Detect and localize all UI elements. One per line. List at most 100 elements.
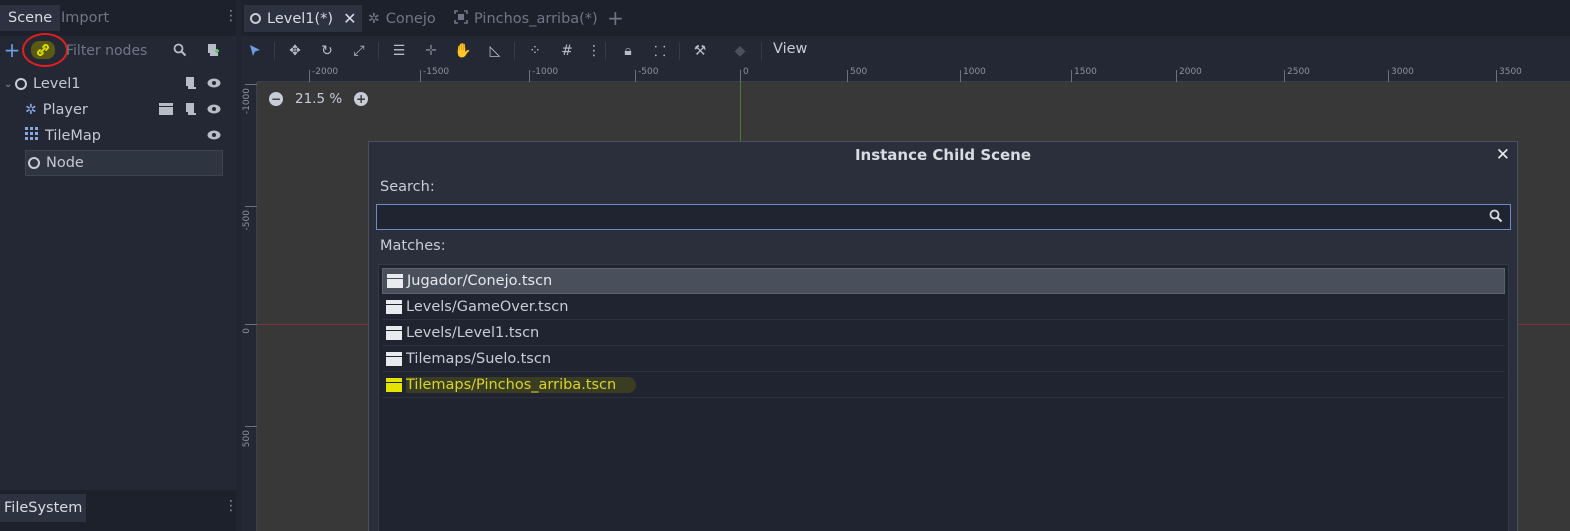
scale-tool-icon[interactable]: ⤢ — [348, 40, 370, 62]
tree-row-node[interactable]: Node — [25, 150, 223, 176]
clapboard-icon[interactable] — [158, 101, 174, 117]
lock-icon[interactable]: 🔒︎ — [617, 40, 639, 62]
filesystem-tab-bar: FileSystem ⋮ — [0, 490, 238, 531]
ruler-label: -2000 — [312, 67, 339, 77]
list-item[interactable]: Levels/GameOver.tscn — [382, 294, 1505, 320]
list-item[interactable]: Tilemaps/Pinchos_arriba.tscn — [382, 372, 1505, 398]
scene-clapboard-icon — [386, 325, 402, 340]
ruler-label: 0 — [743, 67, 749, 77]
instance-child-scene-dialog: Instance Child Scene ✕ Search: Matches: … — [368, 141, 1518, 531]
add-tab-icon[interactable]: + — [607, 6, 624, 30]
tree-row-player[interactable]: ✲ Player — [0, 97, 230, 123]
ruler-label: -500 — [638, 67, 659, 77]
scene-clapboard-icon — [387, 274, 403, 288]
ruler-label: -1000 — [242, 88, 252, 115]
search-icon — [1489, 209, 1503, 227]
scene-dock: Scene Import ⋮ + ⌄ Level1 — [0, 0, 238, 531]
tree-label: Node — [46, 155, 84, 171]
ruler-label: 2500 — [1287, 67, 1310, 77]
search-input[interactable] — [376, 204, 1511, 230]
eye-icon[interactable] — [206, 127, 222, 143]
pivot-tool-icon[interactable]: ✛ — [420, 40, 442, 62]
rotate-tool-icon[interactable]: ↻ — [316, 40, 338, 62]
dock-tab-bar: Scene Import ⋮ — [0, 0, 238, 36]
search-icon[interactable] — [169, 39, 191, 61]
tilemap-frame-icon — [454, 10, 468, 27]
smart-snap-icon[interactable]: ⁘ — [524, 40, 546, 62]
list-item[interactable]: Tilemaps/Suelo.tscn — [382, 346, 1505, 372]
tab-scene[interactable]: Scene — [0, 5, 61, 31]
list-item[interactable]: Jugador/Conejo.tscn — [382, 268, 1505, 294]
list-select-icon[interactable]: ☰ — [388, 40, 410, 62]
close-icon[interactable]: ✕ — [1496, 145, 1510, 165]
tab-level1[interactable]: Level1(*) ✕ — [244, 5, 363, 32]
list-item[interactable]: Levels/Level1.tscn — [382, 320, 1505, 346]
match-label: Levels/GameOver.tscn — [406, 298, 569, 315]
toolbar-separator — [378, 42, 379, 60]
expand-arrow-icon[interactable]: ⌄ — [4, 79, 12, 90]
match-label: Tilemaps/Suelo.tscn — [406, 350, 552, 367]
dock-menu-icon[interactable]: ⋮ — [224, 8, 238, 24]
select-tool-icon[interactable] — [244, 40, 266, 62]
tab-label: Level1(*) — [267, 10, 334, 27]
tab-label: Conejo — [385, 10, 436, 27]
matches-list: Jugador/Conejo.tscn Levels/GameOver.tscn… — [378, 264, 1509, 531]
match-label: Jugador/Conejo.tscn — [407, 273, 553, 289]
match-label: Levels/Level1.tscn — [406, 324, 540, 341]
editor-toolbar: ✥ ↻ ⤢ ☰ ✛ ✋ ◺ ⁘ # ⋮ 🔒︎ ⸬ ⚒ ◆ View — [241, 36, 1570, 66]
ruler-label: 2000 — [1179, 67, 1202, 77]
toolbar-separator — [679, 42, 680, 60]
eye-icon[interactable] — [206, 75, 222, 91]
ruler-label: -1000 — [532, 67, 559, 77]
tree-label: TileMap — [45, 128, 101, 144]
tab-conejo[interactable]: ✲ Conejo — [362, 5, 442, 32]
ruler-label: 500 — [242, 430, 252, 448]
snap-options-icon[interactable]: ⋮ — [583, 40, 605, 62]
ruler-label: 3500 — [1499, 67, 1522, 77]
scene-tab-bar: Level1(*) ✕ ✲ Conejo Pinchos_arriba(*) + — [241, 0, 1570, 36]
tab-pinchos-arriba[interactable]: Pinchos_arriba(*) — [448, 5, 604, 32]
add-node-icon[interactable]: + — [1, 38, 23, 62]
ruler-label: -1500 — [423, 67, 450, 77]
zoom-level[interactable]: 21.5 % — [295, 91, 342, 107]
ruler-label: 3000 — [1391, 67, 1414, 77]
ruler-top: -2000 -1500 -1000 -500 0 500 1000 1500 2… — [257, 66, 1570, 82]
search-label: Search: — [380, 179, 435, 195]
node-circle-icon — [250, 13, 261, 24]
script-icon[interactable] — [182, 101, 198, 117]
dock-menu-icon[interactable]: ⋮ — [224, 498, 238, 514]
ruler-left: -1000 -500 0 500 — [241, 82, 257, 531]
camera-icon[interactable]: ◆ — [729, 40, 751, 62]
toolbar-separator — [274, 42, 275, 60]
tree-row-tilemap[interactable]: TileMap — [0, 123, 230, 149]
tree-label: Level1 — [33, 76, 81, 92]
bone-icon[interactable]: ⚒ — [689, 40, 711, 62]
ruler-label: 0 — [242, 328, 252, 334]
eye-icon[interactable] — [206, 101, 222, 117]
group-icon[interactable]: ⸬ — [649, 40, 671, 62]
tree-label: Player — [42, 102, 88, 118]
pan-tool-icon[interactable]: ✋ — [452, 40, 474, 62]
tab-filesystem[interactable]: FileSystem — [0, 494, 87, 522]
dialog-title: Instance Child Scene — [854, 146, 1032, 164]
tab-import[interactable]: Import — [53, 5, 117, 31]
node-circle-icon — [15, 78, 27, 90]
attach-script-icon[interactable] — [202, 39, 224, 61]
tree-row-level1[interactable]: ⌄ Level1 — [0, 71, 230, 97]
script-icon[interactable] — [182, 75, 198, 91]
scene-clapboard-icon — [386, 377, 402, 392]
ruler-label: 1500 — [1074, 67, 1097, 77]
close-icon[interactable]: ✕ — [343, 9, 356, 28]
zoom-in-button[interactable]: + — [354, 92, 369, 106]
ruler-label: 500 — [850, 67, 868, 77]
move-tool-icon[interactable]: ✥ — [284, 40, 306, 62]
zoom-controls: − 21.5 % + — [269, 91, 369, 107]
view-menu[interactable]: View — [773, 41, 807, 57]
grid-snap-icon[interactable]: # — [556, 40, 578, 62]
tab-label: Pinchos_arriba(*) — [474, 10, 598, 27]
zoom-out-button[interactable]: − — [269, 92, 283, 106]
ruler-label: -500 — [242, 210, 252, 231]
ruler-tool-icon[interactable]: ◺ — [484, 40, 506, 62]
ruler-label: 1000 — [963, 67, 986, 77]
player-node-icon: ✲ — [368, 10, 380, 27]
